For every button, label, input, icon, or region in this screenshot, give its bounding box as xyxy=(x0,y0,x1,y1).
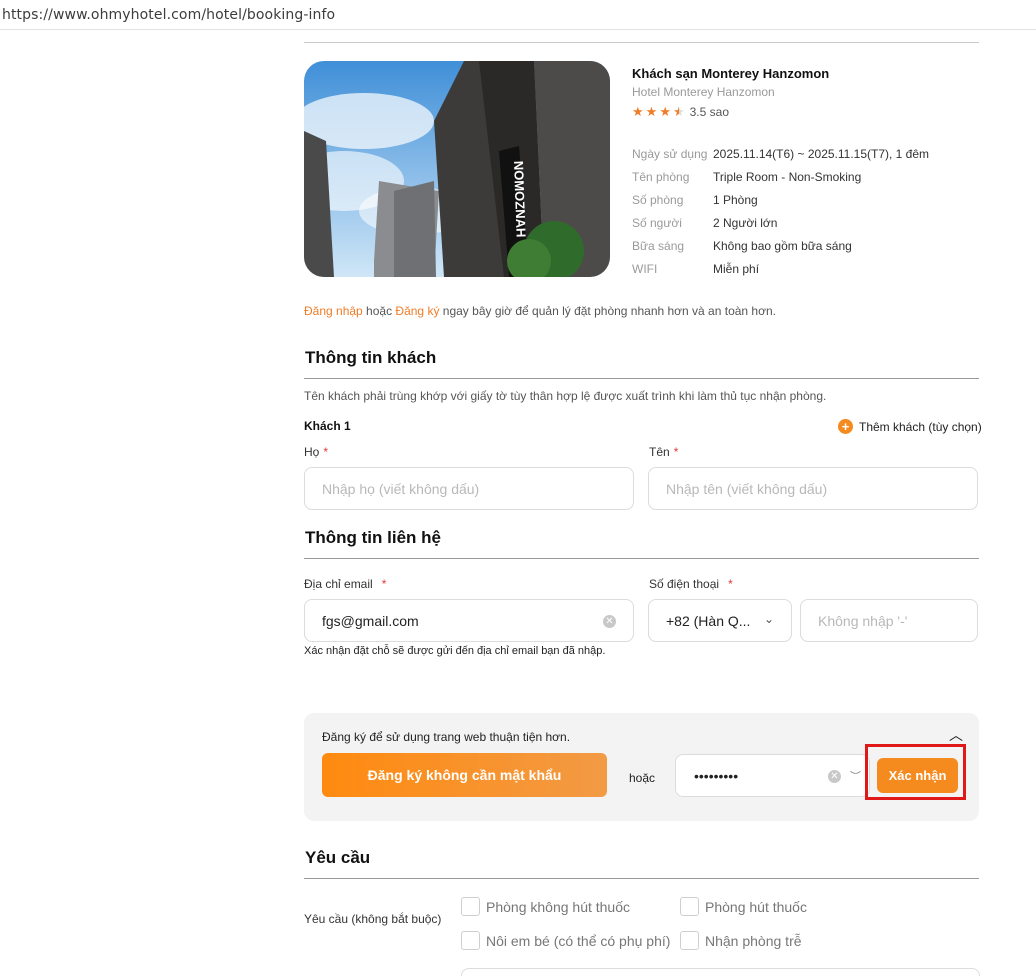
required-mark: * xyxy=(673,445,679,459)
star-icon: ★ xyxy=(645,104,658,119)
guest-label: Khách 1 xyxy=(304,419,351,433)
checkbox-label: Phòng hút thuốc xyxy=(705,898,807,915)
detail-key: WIFI xyxy=(632,261,658,276)
country-code-value: +82 (Hàn Q... xyxy=(666,612,751,629)
checkbox-late-checkin[interactable]: Nhận phòng trễ xyxy=(680,931,802,950)
url-text: https://www.ohmyhotel.com/hotel/booking-… xyxy=(2,7,336,23)
clear-icon[interactable]: ✕ xyxy=(828,770,841,783)
last-name-label-text: Họ xyxy=(304,445,320,459)
add-guest-button[interactable]: + Thêm khách (tùy chọn) xyxy=(838,419,982,434)
country-code-select[interactable]: +82 (Hàn Q... ⌄ xyxy=(648,599,792,642)
detail-key: Tên phòng xyxy=(632,169,690,184)
detail-value: 2 Người lớn xyxy=(713,215,778,230)
request-textarea[interactable] xyxy=(461,968,980,976)
detail-key: Ngày sử dụng xyxy=(632,146,708,161)
last-name-label: Họ * xyxy=(304,445,328,459)
required-mark: * xyxy=(381,577,387,591)
register-link[interactable]: Đăng ký xyxy=(395,304,439,318)
detail-key: Số người xyxy=(632,215,682,230)
guest-info-title: Thông tin khách xyxy=(305,348,437,367)
hotel-name: Khách sạn Monterey Hanzomon xyxy=(632,66,830,81)
detail-row: Tên phòng Triple Room - Non-Smoking xyxy=(632,165,929,188)
first-name-label-text: Tên xyxy=(649,445,670,459)
last-name-placeholder: Nhập họ (viết không dấu) xyxy=(322,480,480,497)
checkbox-smoking[interactable]: Phòng hút thuốc xyxy=(680,897,807,916)
requests-label: Yêu cầu (không bắt buộc) xyxy=(304,912,442,926)
checkbox-box[interactable] xyxy=(461,931,480,950)
checkbox-label: Nhận phòng trễ xyxy=(705,932,802,949)
email-label-text: Địa chỉ email xyxy=(304,577,373,591)
phone-placeholder: Không nhập '-' xyxy=(818,612,908,629)
detail-key: Bữa sáng xyxy=(632,238,685,253)
detail-row: Số phòng 1 Phòng xyxy=(632,188,929,211)
booking-details: Ngày sử dụng 2025.11.14(T6) ~ 2025.11.15(… xyxy=(632,142,929,280)
add-guest-label: Thêm khách (tùy chọn) xyxy=(859,419,982,434)
email-input[interactable]: fgs@gmail.com ✕ xyxy=(304,599,634,642)
first-name-placeholder: Nhập tên (viết không dấu) xyxy=(666,480,828,497)
detail-key: Số phòng xyxy=(632,192,684,207)
phone-label: Số điện thoại * xyxy=(649,577,733,591)
checkbox-label: Nôi em bé (có thể có phụ phí) xyxy=(486,932,671,949)
email-label: Địa chỉ email * xyxy=(304,577,386,591)
checkbox-box[interactable] xyxy=(680,897,699,916)
signup-message: Đăng ký để sử dụng trang web thuận tiện … xyxy=(322,730,571,744)
chevron-down-icon: ⌄ xyxy=(763,612,774,626)
checkbox-box[interactable] xyxy=(680,931,699,950)
detail-value: Triple Room - Non-Smoking xyxy=(713,169,862,184)
section-divider xyxy=(304,878,979,879)
section-divider xyxy=(304,378,979,379)
detail-row: Bữa sáng Không bao gồm bữa sáng xyxy=(632,234,929,257)
star-icon: ★ xyxy=(659,104,671,119)
hotel-sign-text: NOMOZNAH xyxy=(511,161,529,238)
requests-title: Yêu cầu xyxy=(305,848,371,867)
confirm-button[interactable]: Xác nhận xyxy=(877,758,958,793)
clear-icon[interactable]: ✕ xyxy=(603,615,616,628)
detail-value: Miễn phí xyxy=(713,261,760,276)
checkbox-non-smoking[interactable]: Phòng không hút thuốc xyxy=(461,897,630,916)
eye-closed-icon[interactable]: ︶ xyxy=(850,768,861,784)
hotel-photo: NOMOZNAH xyxy=(304,61,610,277)
detail-row: Số người 2 Người lớn xyxy=(632,211,929,234)
plus-icon: + xyxy=(838,419,853,434)
star-icon: ★ xyxy=(632,104,644,119)
signup-or-text: hoặc xyxy=(629,771,656,785)
phone-input[interactable]: Không nhập '-' xyxy=(800,599,978,642)
half-star-icon: ★ xyxy=(672,104,685,119)
email-note: Xác nhận đặt chỗ sẽ được gửi đến địa chỉ… xyxy=(304,645,606,657)
email-value: fgs@gmail.com xyxy=(322,612,419,629)
hotel-subname: Hotel Monterey Hanzomon xyxy=(632,85,775,99)
required-mark: * xyxy=(323,445,329,459)
hotel-rating: ★ ★ ★ ★ 3.5 sao xyxy=(632,104,729,120)
first-name-input[interactable]: Nhập tên (viết không dấu) xyxy=(648,467,978,510)
login-prompt: Đăng nhập hoặc Đăng ký ngay bây giờ để q… xyxy=(304,304,776,318)
detail-value: 1 Phòng xyxy=(713,192,758,207)
collapse-chevron-icon[interactable]: ︿ xyxy=(949,725,963,745)
required-mark: * xyxy=(728,577,733,591)
detail-row: WIFI Miễn phí xyxy=(632,257,929,280)
passwordless-signup-button[interactable]: Đăng ký không cần mật khẩu xyxy=(322,753,607,797)
login-or-text: hoặc xyxy=(362,304,396,318)
rating-text: 3.5 sao xyxy=(689,105,729,119)
password-input[interactable]: ••••••••• ✕ ︶ xyxy=(675,754,870,797)
checkbox-label: Phòng không hút thuốc xyxy=(486,898,631,915)
detail-value: Không bao gồm bữa sáng xyxy=(713,238,852,253)
address-bar[interactable]: https://www.ohmyhotel.com/hotel/booking-… xyxy=(0,0,1036,30)
last-name-input[interactable]: Nhập họ (viết không dấu) xyxy=(304,467,634,510)
top-divider xyxy=(304,42,979,43)
checkbox-baby-cot[interactable]: Nôi em bé (có thể có phụ phí) xyxy=(461,931,670,950)
contact-info-title: Thông tin liên hệ xyxy=(305,528,441,547)
guest-info-note: Tên khách phải trùng khớp với giấy tờ tù… xyxy=(304,389,827,403)
detail-row: Ngày sử dụng 2025.11.14(T6) ~ 2025.11.15(… xyxy=(632,142,929,165)
login-rest-text: ngay bây giờ để quản lý đặt phòng nhanh … xyxy=(439,304,776,318)
first-name-label: Tên * xyxy=(649,445,678,459)
section-divider xyxy=(304,558,979,559)
password-value: ••••••••• xyxy=(694,767,739,784)
detail-value: 2025.11.14(T6) ~ 2025.11.15(T7), 1 đêm xyxy=(713,146,930,161)
checkbox-box[interactable] xyxy=(461,897,480,916)
login-link[interactable]: Đăng nhập xyxy=(304,304,363,318)
phone-label-text: Số điện thoại xyxy=(649,577,720,591)
signup-panel: Đăng ký để sử dụng trang web thuận tiện … xyxy=(304,713,979,821)
